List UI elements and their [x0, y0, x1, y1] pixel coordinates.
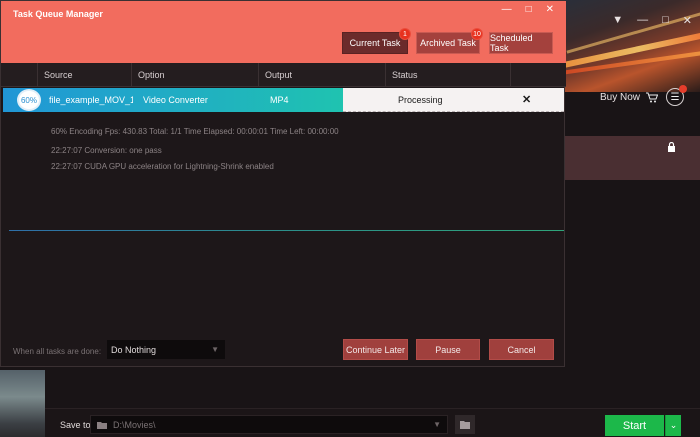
minimize-icon[interactable]: — [502, 4, 512, 15]
close-icon[interactable]: ✕ [546, 4, 554, 15]
folder-icon [97, 421, 107, 429]
dropdown-icon[interactable]: ▼ [612, 14, 623, 27]
task-queue-dialog: Task Queue Manager — □ ✕ Current Task 1 … [0, 0, 566, 367]
lock-icon[interactable] [667, 141, 676, 155]
chevron-down-icon: ▼ [433, 420, 441, 429]
column-option: Option [131, 63, 258, 87]
open-folder-button[interactable] [455, 415, 475, 434]
output-band [564, 136, 700, 180]
log-line: 60% Encoding Fps: 430.83 Total: 1/1 Time… [51, 127, 339, 136]
main-menu-button[interactable]: ☰ [666, 85, 687, 106]
task-output: MP4 [270, 95, 289, 105]
notification-dot [679, 85, 687, 93]
when-done-value: Do Nothing [111, 344, 157, 355]
dialog-header: Task Queue Manager — □ ✕ Current Task 1 … [1, 1, 566, 63]
tab-label: Scheduled Task [490, 33, 533, 53]
continue-later-button[interactable]: Continue Later [343, 339, 408, 360]
task-option: Video Converter [143, 95, 208, 105]
task-source: file_example_MOV_128 [49, 95, 133, 105]
tab-scheduled-task[interactable]: Scheduled Task [489, 32, 553, 54]
task-table-header: Source Option Output Status [1, 63, 566, 87]
dialog-window-controls: — □ ✕ [502, 4, 554, 15]
tab-badge: 1 [399, 28, 411, 40]
chevron-down-icon: ▼ [211, 345, 219, 354]
minimize-icon[interactable]: — [637, 14, 648, 27]
tab-label: Archived Task [420, 38, 476, 48]
column-actions [510, 63, 566, 87]
remove-task-icon[interactable]: ✕ [522, 88, 531, 112]
progress-percent: 60% [17, 89, 41, 111]
save-to-path-select[interactable]: D:\Movies\ ▼ [90, 415, 448, 434]
folder-open-icon [459, 421, 470, 429]
pause-button[interactable]: Pause [416, 339, 480, 360]
cart-icon [646, 92, 658, 103]
when-done-label: When all tasks are done: [13, 347, 102, 356]
tab-current-task[interactable]: Current Task 1 [342, 28, 411, 54]
start-button[interactable]: Start [605, 415, 664, 436]
tab-archived-task[interactable]: Archived Task 10 [416, 28, 483, 54]
thumbnail [0, 370, 45, 437]
screen: ▼ — □ ✕ Buy Now ☰ Save to: D:\Movies\ ▼ [0, 0, 700, 437]
when-done-select[interactable]: Do Nothing ▼ [107, 340, 225, 359]
column-output: Output [258, 63, 385, 87]
tab-badge: 10 [471, 28, 483, 40]
column-source: Source [37, 63, 131, 87]
buy-now-link[interactable]: Buy Now [600, 92, 658, 103]
maximize-icon[interactable]: □ [662, 14, 669, 27]
start-options-button[interactable]: ⌄ [665, 415, 681, 436]
log-line: 22:27:07 Conversion: one pass [51, 146, 162, 155]
chevron-down-icon: ⌄ [669, 420, 678, 430]
close-icon[interactable]: ✕ [683, 14, 692, 27]
menu-icon: ☰ [670, 91, 680, 103]
log-line: 22:27:07 CUDA GPU acceleration for Light… [51, 162, 274, 171]
tab-label: Current Task [349, 38, 401, 48]
save-to-label: Save to: [60, 420, 94, 430]
app-window-controls: ▼ — □ ✕ [612, 14, 692, 27]
column-status: Status [385, 63, 510, 87]
task-status: Processing [398, 95, 443, 105]
buy-now-label: Buy Now [599, 92, 640, 103]
log-divider [9, 230, 564, 231]
maximize-icon[interactable]: □ [526, 4, 532, 15]
save-to-path: D:\Movies\ [113, 419, 156, 430]
dialog-title: Task Queue Manager [13, 9, 103, 19]
cancel-button[interactable]: Cancel [489, 339, 554, 360]
task-row[interactable]: 60% file_example_MOV_128 Video Converter… [3, 88, 564, 112]
